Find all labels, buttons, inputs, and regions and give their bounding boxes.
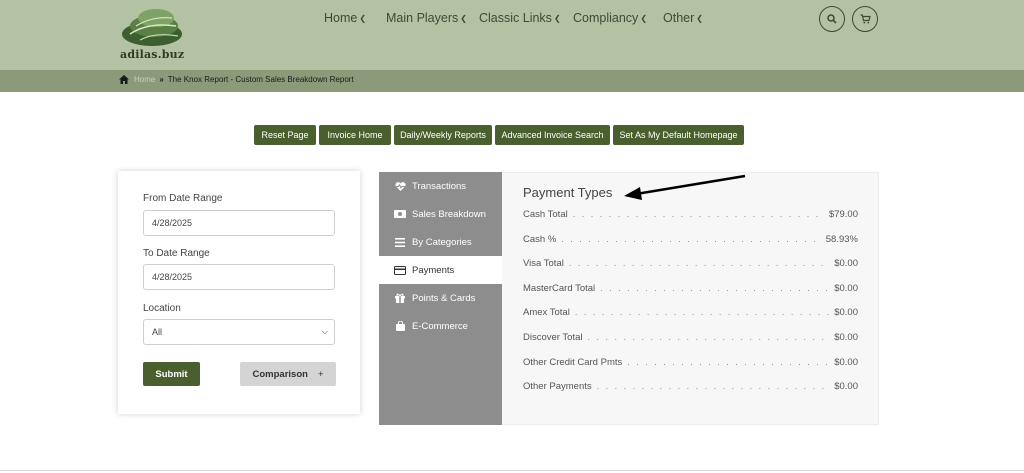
nav-compliancy-label: Compliancy bbox=[573, 11, 639, 25]
annotation-arrow-icon bbox=[624, 174, 746, 200]
tab-sales-breakdown-label: Sales Breakdown bbox=[412, 208, 486, 220]
daily-weekly-reports-button[interactable]: Daily/Weekly Reports bbox=[394, 125, 492, 145]
breadcrumb-current: The Knox Report - Custom Sales Breakdown… bbox=[167, 75, 354, 84]
payment-row: Visa Total . . . . . . . . . . . . . . . … bbox=[523, 258, 858, 270]
dot-leader: . . . . . . . . . . . . . . . . . . . . … bbox=[568, 258, 829, 268]
cart-button[interactable] bbox=[852, 6, 878, 32]
nav-classic-links-label: Classic Links bbox=[479, 11, 552, 25]
invoice-home-button[interactable]: Invoice Home bbox=[319, 125, 391, 145]
tab-payments-label: Payments bbox=[412, 264, 455, 276]
payment-row-label: Amex Total bbox=[523, 307, 570, 318]
chevron-down-icon: ⌵ bbox=[321, 327, 328, 336]
nav-main-players-label: Main Players bbox=[386, 11, 459, 25]
payment-row-value: $79.00 bbox=[828, 209, 858, 220]
shopping-bag-icon bbox=[392, 321, 408, 331]
tab-points-cards[interactable]: Points & Cards bbox=[379, 284, 502, 312]
payment-row-label: MasterCard Total bbox=[523, 283, 596, 294]
payment-row-value: $0.00 bbox=[834, 381, 858, 392]
heartbeat-icon bbox=[392, 181, 408, 191]
set-default-homepage-button[interactable]: Set As My Default Homepage bbox=[613, 125, 744, 145]
payment-row-label: Visa Total bbox=[523, 258, 564, 269]
nav-classic-links[interactable]: Classic Links ❮ bbox=[479, 11, 561, 25]
tab-by-categories[interactable]: By Categories bbox=[379, 228, 502, 256]
plus-icon: + bbox=[317, 368, 324, 380]
gift-icon bbox=[392, 293, 408, 303]
home-icon[interactable] bbox=[119, 75, 129, 84]
filter-form: From Date Range 4/28/2025 To Date Range … bbox=[118, 171, 360, 414]
search-button[interactable] bbox=[819, 6, 845, 32]
location-label: Location bbox=[143, 303, 181, 314]
payment-row: MasterCard Total . . . . . . . . . . . . … bbox=[523, 283, 858, 295]
breadcrumb-home[interactable]: Home bbox=[134, 75, 155, 84]
payment-row-value: 58.93% bbox=[825, 234, 858, 245]
payment-row: Amex Total . . . . . . . . . . . . . . . … bbox=[523, 307, 858, 319]
nav-main-players[interactable]: Main Players ❮ bbox=[386, 11, 467, 25]
submit-button[interactable]: Submit bbox=[143, 362, 200, 386]
payment-row: Cash % . . . . . . . . . . . . . . . . . … bbox=[523, 234, 858, 246]
dot-leader: . . . . . . . . . . . . . . . . . . . . … bbox=[600, 283, 829, 293]
nav-compliancy[interactable]: Compliancy ❮ bbox=[573, 11, 647, 25]
payment-row: Other Payments . . . . . . . . . . . . . … bbox=[523, 381, 858, 393]
location-select-value: All bbox=[152, 327, 163, 337]
payment-types-title: Payment Types bbox=[523, 185, 613, 200]
advanced-invoice-search-button[interactable]: Advanced Invoice Search bbox=[495, 125, 610, 145]
tab-points-cards-label: Points & Cards bbox=[412, 292, 476, 304]
payment-row-label: Other Credit Card Pmts bbox=[523, 357, 623, 368]
payment-row-label: Cash % bbox=[523, 234, 557, 245]
dot-leader: . . . . . . . . . . . . . . . . . . . . … bbox=[572, 209, 824, 219]
search-icon bbox=[827, 14, 837, 24]
comparison-label: Comparison bbox=[252, 368, 308, 380]
adilas-logo[interactable] bbox=[118, 4, 188, 50]
tab-e-commerce[interactable]: E-Commerce bbox=[379, 312, 502, 340]
payment-row-label: Other Payments bbox=[523, 381, 592, 392]
credit-card-icon bbox=[392, 265, 408, 275]
breadcrumb: Home » The Knox Report - Custom Sales Br… bbox=[119, 75, 354, 84]
tab-transactions-label: Transactions bbox=[412, 180, 467, 192]
payment-row-label: Cash Total bbox=[523, 209, 568, 220]
chevron-down-icon: ❮ bbox=[696, 14, 703, 23]
payment-row: Other Credit Card Pmts . . . . . . . . . … bbox=[523, 357, 858, 369]
chevron-down-icon: ❮ bbox=[640, 14, 648, 23]
payment-row-value: $0.00 bbox=[834, 283, 858, 294]
dot-leader: . . . . . . . . . . . . . . . . . . . . … bbox=[627, 357, 829, 367]
chevron-down-icon: ❮ bbox=[553, 14, 561, 23]
chevron-down-icon: ❮ bbox=[359, 14, 367, 23]
list-icon bbox=[392, 237, 408, 247]
tab-sales-breakdown[interactable]: Sales Breakdown bbox=[379, 200, 502, 228]
tab-transactions[interactable]: Transactions bbox=[379, 172, 502, 200]
to-date-label: To Date Range bbox=[143, 248, 210, 259]
tab-payments[interactable]: Payments bbox=[379, 256, 502, 284]
location-select[interactable]: All ⌵ bbox=[143, 319, 335, 345]
money-icon bbox=[392, 210, 408, 218]
nav-other[interactable]: Other ❮ bbox=[663, 11, 703, 25]
cart-icon bbox=[860, 14, 871, 24]
nav-home-label: Home bbox=[324, 11, 358, 25]
nav-home[interactable]: Home ❮ bbox=[324, 11, 366, 25]
dot-leader: . . . . . . . . . . . . . . . . . . . . … bbox=[587, 332, 830, 342]
dot-leader: . . . . . . . . . . . . . . . . . . . . … bbox=[574, 307, 829, 317]
divider bbox=[0, 470, 1024, 471]
payment-row: Cash Total . . . . . . . . . . . . . . . … bbox=[523, 209, 858, 221]
tab-e-commerce-label: E-Commerce bbox=[412, 320, 468, 332]
payment-row-value: $0.00 bbox=[834, 357, 858, 368]
logo-text[interactable]: adilas.buz bbox=[120, 48, 184, 61]
from-date-label: From Date Range bbox=[143, 193, 223, 204]
payment-row: Discover Total . . . . . . . . . . . . . … bbox=[523, 332, 858, 344]
payment-row-value: $0.00 bbox=[834, 332, 858, 343]
tab-by-categories-label: By Categories bbox=[412, 236, 472, 248]
payment-row-value: $0.00 bbox=[834, 307, 858, 318]
payment-row-label: Discover Total bbox=[523, 332, 583, 343]
dot-leader: . . . . . . . . . . . . . . . . . . . . … bbox=[596, 381, 830, 391]
reset-page-button[interactable]: Reset Page bbox=[254, 125, 316, 145]
from-date-input[interactable]: 4/28/2025 bbox=[143, 210, 335, 236]
dot-leader: . . . . . . . . . . . . . . . . . . . . … bbox=[561, 234, 821, 244]
breadcrumb-separator-icon: » bbox=[159, 75, 164, 84]
to-date-input[interactable]: 4/28/2025 bbox=[143, 264, 335, 290]
report-tabs: Transactions Sales Breakdown By Categori… bbox=[379, 172, 502, 425]
comparison-button[interactable]: Comparison + bbox=[240, 362, 336, 386]
nav-other-label: Other bbox=[663, 11, 695, 25]
payment-row-value: $0.00 bbox=[834, 258, 858, 269]
chevron-down-icon: ❮ bbox=[460, 14, 467, 23]
